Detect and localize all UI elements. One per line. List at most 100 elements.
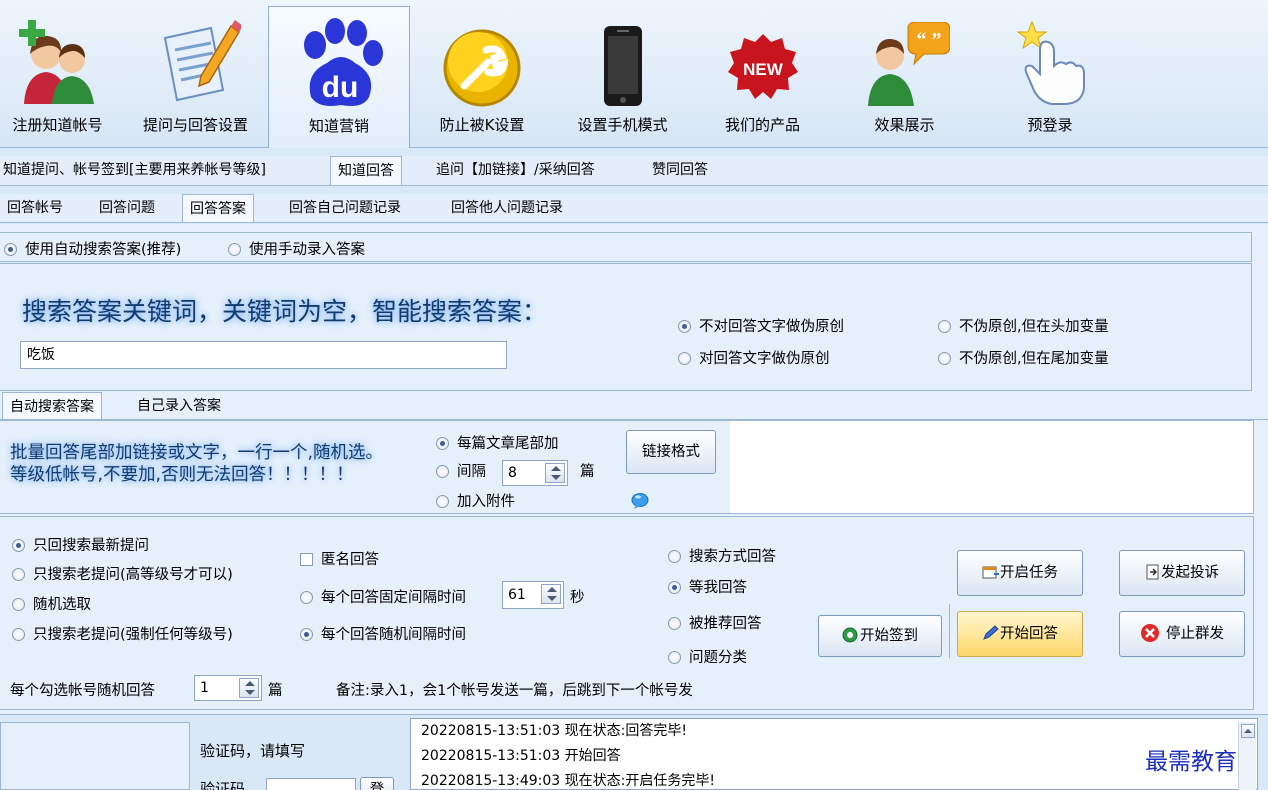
fixed-interval-option[interactable]: 每个回答固定间隔时间 (300, 586, 466, 607)
toolbar-anti-k-settings-button[interactable]: 防止被K设置 (418, 6, 546, 148)
latest-questions-label: 只回搜索最新提问 (33, 538, 149, 554)
per-account-stepper[interactable]: 1 (194, 675, 262, 701)
interval-stepper[interactable]: 8 (502, 460, 568, 486)
log-scrollbar[interactable] (1238, 722, 1256, 790)
search-mode-radio[interactable] (668, 550, 681, 563)
random-interval-radio[interactable] (300, 628, 313, 641)
tab-upvote-answer[interactable]: 赞同回答 (645, 156, 715, 185)
submit-complaint-button[interactable]: 发起投诉 (1119, 550, 1245, 596)
start-task-button[interactable]: 开启任务 (957, 550, 1083, 596)
wait-for-me-label: 等我回答 (689, 580, 747, 596)
tab-zhidao-answer[interactable]: 知道回答 (330, 156, 402, 185)
anonymous-answer-option[interactable]: 匿名回答 (300, 548, 379, 569)
tab-own-question-records[interactable]: 回答自己问题记录 (282, 194, 408, 222)
per-account-label: 每个勾选帐号随机回答 (10, 683, 155, 699)
start-signin-button[interactable]: 开始签到 (818, 615, 942, 657)
per-account-unit: 篇 (268, 683, 283, 699)
start-task-label: 开启任务 (1000, 565, 1058, 581)
toolbar-our-products-button[interactable]: NEW 我们的产品 (700, 6, 825, 148)
manual-entry-option[interactable]: 使用手动录入答案 (228, 238, 365, 259)
log-line: 20220815-13:49:03 现在状态:开启任务完毕! (421, 773, 715, 789)
tail-variable-option[interactable]: 不伪原创,但在尾加变量 (938, 347, 1109, 368)
tab-answer-questions[interactable]: 回答问题 (92, 194, 162, 222)
fixed-interval-unit: 秒 (570, 590, 585, 606)
pseudo-original-option[interactable]: 对回答文字做伪原创 (678, 347, 830, 368)
head-variable-label: 不伪原创,但在头加变量 (959, 319, 1109, 335)
fixed-interval-radio[interactable] (300, 591, 313, 604)
tab-answer-content[interactable]: 回答答案 (182, 194, 254, 222)
toolbar-effect-demo-label: 效果展示 (874, 116, 935, 134)
stop-icon (1141, 624, 1159, 642)
wait-for-me-option[interactable]: 等我回答 (668, 576, 747, 597)
toolbar-phone-mode-button[interactable]: 设置手机模式 (560, 6, 685, 148)
tab-self-entered-answers[interactable]: 自己录入答案 (130, 392, 228, 419)
auto-search-option[interactable]: 使用自动搜索答案(推荐) (4, 238, 181, 259)
question-category-option[interactable]: 问题分类 (668, 646, 747, 667)
new-badge-icon: NEW (727, 34, 798, 99)
toolbar-effect-demo-button[interactable]: “ ” 效果展示 (842, 6, 967, 148)
submit-complaint-label: 发起投诉 (1161, 565, 1219, 581)
question-category-radio[interactable] (668, 651, 681, 664)
fixed-interval-value: 61 (508, 587, 526, 603)
recommended-option[interactable]: 被推荐回答 (668, 612, 762, 633)
each-article-label: 每篇文章尾部加 (457, 436, 559, 452)
link-format-button[interactable]: 链接格式 (626, 430, 716, 474)
recommended-radio[interactable] (668, 617, 681, 630)
anonymous-answer-checkbox[interactable] (300, 553, 313, 566)
toolbar-qa-settings-button[interactable]: 提问与回答设置 (128, 6, 263, 148)
help-bubble-icon[interactable] (630, 492, 650, 510)
search-mode-label: 搜索方式回答 (689, 549, 776, 565)
chevron-up-icon (1244, 729, 1252, 733)
old-questions-high-radio[interactable] (12, 568, 25, 581)
complaint-icon (1146, 564, 1159, 580)
toolbar-register-account-button[interactable]: 注册知道帐号 (0, 6, 115, 148)
captcha-input[interactable] (266, 778, 356, 790)
interval-stepper-arrows[interactable] (545, 463, 565, 483)
random-pick-option[interactable]: 随机选取 (12, 593, 91, 614)
tab-others-question-records[interactable]: 回答他人问题记录 (444, 194, 570, 222)
wait-for-me-radio[interactable] (668, 581, 681, 594)
start-answer-button[interactable]: 开始回答 (957, 611, 1083, 657)
attachment-option[interactable]: 加入附件 (436, 490, 515, 511)
log-panel[interactable]: 20220815-13:51:03 现在状态:回答完毕! 20220815-13… (410, 718, 1258, 790)
random-pick-radio[interactable] (12, 598, 25, 611)
old-questions-forced-radio[interactable] (12, 628, 25, 641)
tab-followup-adopt[interactable]: 追问【加链接】/采纳回答 (429, 156, 602, 185)
random-interval-label: 每个回答随机间隔时间 (321, 627, 466, 643)
tab-row-answer-source: 自动搜索答案 自己录入答案 (0, 392, 1268, 420)
latest-questions-option[interactable]: 只回搜索最新提问 (12, 534, 149, 555)
old-questions-forced-option[interactable]: 只搜索老提问(强制任何等级号) (12, 623, 233, 644)
head-variable-radio[interactable] (938, 320, 951, 333)
pseudo-original-radio[interactable] (678, 352, 691, 365)
tab-question-signin[interactable]: 知道提问、帐号签到[主要用来养帐号等级] (0, 156, 273, 185)
random-interval-option[interactable]: 每个回答随机间隔时间 (300, 623, 466, 644)
tab-answer-accounts[interactable]: 回答帐号 (0, 194, 70, 222)
stop-broadcast-button[interactable]: 停止群发 (1119, 611, 1245, 657)
tail-variable-radio[interactable] (938, 352, 951, 365)
tab-auto-search-answers[interactable]: 自动搜索答案 (2, 392, 102, 419)
each-article-radio[interactable] (436, 437, 449, 450)
scroll-up-button[interactable] (1241, 724, 1255, 738)
no-pseudo-original-radio[interactable] (678, 320, 691, 333)
search-keyword-input[interactable]: 吃饭 (20, 341, 507, 369)
per-account-stepper-arrows[interactable] (239, 678, 259, 698)
old-questions-high-option[interactable]: 只搜索老提问(高等级号才可以) (12, 563, 233, 584)
interval-option[interactable]: 间隔 (436, 460, 486, 481)
fixed-interval-stepper-arrows[interactable] (541, 584, 561, 604)
captcha-login-button[interactable]: 登 (360, 777, 394, 790)
attachment-radio[interactable] (436, 495, 449, 508)
auto-search-radio[interactable] (4, 243, 17, 256)
search-mode-option[interactable]: 搜索方式回答 (668, 545, 776, 566)
head-variable-option[interactable]: 不伪原创,但在头加变量 (938, 315, 1109, 336)
toolbar-zhidao-marketing-button[interactable]: du 知道营销 (268, 6, 410, 148)
manual-entry-radio[interactable] (228, 243, 241, 256)
latest-questions-radio[interactable] (12, 539, 25, 552)
no-pseudo-original-option[interactable]: 不对回答文字做伪原创 (678, 315, 844, 336)
captcha-label: 验证码 (200, 780, 246, 790)
each-article-option[interactable]: 每篇文章尾部加 (436, 432, 559, 453)
interval-radio[interactable] (436, 465, 449, 478)
svg-text:“ ”: “ ” (916, 29, 941, 51)
toolbar-zhidao-marketing-label: 知道营销 (308, 117, 369, 135)
toolbar-pre-login-button[interactable]: 预登录 (985, 6, 1115, 148)
fixed-interval-stepper[interactable]: 61 (502, 581, 564, 609)
